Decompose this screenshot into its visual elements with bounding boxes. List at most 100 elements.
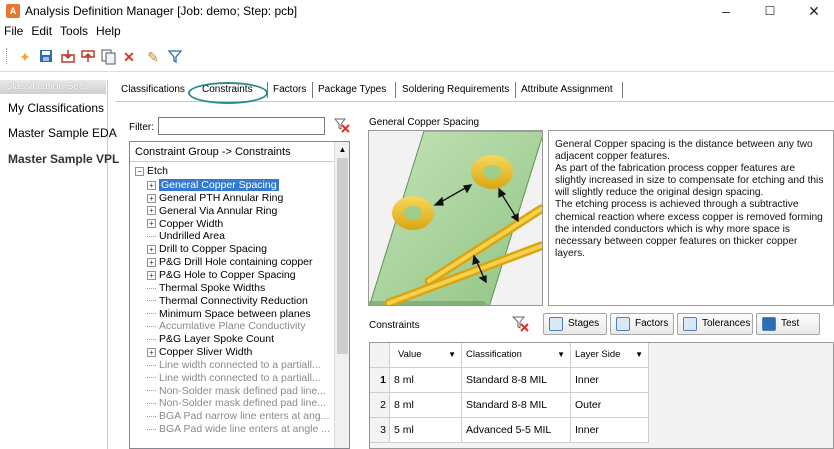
tab-soldering-requirements[interactable]: Soldering Requirements [402, 84, 509, 95]
minimize-button[interactable]: – [704, 0, 748, 22]
tree-node[interactable]: + P&G Hole to Copper Spacing [147, 269, 296, 281]
import-icon[interactable] [60, 49, 76, 65]
test-button[interactable]: Test [756, 313, 820, 335]
row-number[interactable]: 3 [370, 418, 390, 443]
active-tab-highlight [188, 82, 268, 104]
column-header-layer-side[interactable]: Layer Side ▼ [571, 343, 649, 368]
tree-node-label: Non-Solder mask defined pad line... [159, 384, 326, 397]
tree-node[interactable]: Minimum Space between planes [147, 308, 311, 320]
filter-input[interactable] [158, 117, 325, 135]
tree-node[interactable]: + General Copper Spacing [147, 179, 279, 191]
tree-node[interactable]: Line width connected to a partiall... [147, 359, 321, 371]
tab-package-types[interactable]: Package Types [318, 84, 386, 95]
scroll-up-icon[interactable]: ▲ [336, 143, 349, 156]
sort-dropdown-icon[interactable]: ▼ [557, 343, 565, 367]
tree-node[interactable]: Undrilled Area [147, 230, 225, 242]
tree-node[interactable]: Thermal Connectivity Reduction [147, 295, 308, 307]
cell-layer-side[interactable]: Inner [571, 368, 649, 393]
tolerances-icon [683, 317, 697, 331]
expand-icon[interactable]: + [147, 206, 156, 216]
classification-set-master-vpl[interactable]: Master Sample VPL [8, 152, 119, 166]
cell-classification[interactable]: Standard 8-8 MIL [462, 368, 571, 393]
tree-node[interactable]: + Copper Sliver Width [147, 346, 252, 358]
expand-icon[interactable]: + [147, 180, 156, 190]
tree-node[interactable]: Thermal Spoke Widths [147, 282, 265, 294]
tree-node-label: Accumlative Plane Conductivity [159, 320, 306, 333]
tree-node[interactable]: Line width connected to a partiall... [147, 372, 321, 384]
tree-connector [147, 377, 156, 379]
menu-file[interactable]: File [0, 22, 27, 40]
tab-separator [312, 82, 313, 98]
tree-node[interactable]: Non-Solder mask defined pad line... [147, 397, 326, 409]
clear-filter-icon[interactable] [511, 315, 531, 333]
copy-icon[interactable] [101, 49, 117, 65]
test-icon [762, 317, 776, 331]
tolerances-button[interactable]: Tolerances [677, 313, 753, 335]
classification-set-my[interactable]: My Classifications [8, 101, 104, 115]
cell-value[interactable]: 8 ml [390, 368, 462, 393]
tab-classifications[interactable]: Classifications [121, 84, 185, 95]
export-icon[interactable] [80, 49, 96, 65]
tree-node[interactable]: P&G Layer Spoke Count [147, 333, 274, 345]
stages-button[interactable]: Stages [543, 313, 607, 335]
cell-classification[interactable]: Standard 8-8 MIL [462, 393, 571, 418]
maximize-button[interactable]: ☐ [748, 0, 792, 22]
row-number[interactable]: 1 [370, 368, 390, 393]
tree-node[interactable]: BGA Pad wide line enters at angle ... [147, 423, 330, 435]
row-number[interactable]: 2 [370, 393, 390, 418]
tree-node[interactable]: Accumlative Plane Conductivity [147, 320, 305, 332]
tree-node[interactable]: + General PTH Annular Ring [147, 192, 283, 204]
factors-label: Factors [635, 318, 669, 329]
expand-icon[interactable]: + [147, 244, 156, 254]
tree-scrollbar[interactable]: ▲ [334, 142, 349, 448]
description-paragraph: The etching process is achieved through … [555, 199, 823, 259]
expand-icon[interactable]: + [147, 193, 156, 203]
tab-factors[interactable]: Factors [273, 84, 306, 95]
expand-icon[interactable]: + [147, 270, 156, 280]
clear-filter-icon[interactable] [333, 116, 351, 134]
tree-node[interactable]: + P&G Drill Hole containing copper [147, 256, 313, 268]
sort-dropdown-icon[interactable]: ▼ [448, 343, 456, 367]
tree-node-label: Line width connected to a partiall... [159, 358, 321, 371]
cell-layer-side[interactable]: Inner [571, 418, 649, 443]
factors-icon [616, 317, 630, 331]
tree-node[interactable]: BGA Pad narrow line enters at ang... [147, 410, 329, 422]
tree-node[interactable]: + Copper Width [147, 218, 223, 230]
filter-funnel-icon[interactable] [167, 49, 183, 65]
constraints-grid: Value ▼ Classification ▼ Layer Side ▼ 18 ml… [369, 342, 834, 449]
tree-node-label: Copper Sliver Width [159, 346, 253, 359]
menu-tools[interactable]: Tools [56, 22, 92, 40]
tree-connector [147, 416, 156, 418]
menu-help[interactable]: Help [92, 22, 125, 40]
tab-attribute-assignment[interactable]: Attribute Assignment [521, 84, 613, 95]
scroll-thumb[interactable] [337, 158, 348, 354]
edit-pencil-icon[interactable]: ✎ [145, 49, 161, 65]
cell-classification[interactable]: Advanced 5-5 MIL [462, 418, 571, 443]
menu-edit[interactable]: Edit [27, 22, 56, 40]
new-star-icon[interactable]: ✦ [17, 49, 33, 65]
column-header-value[interactable]: Value ▼ [390, 343, 462, 368]
classification-set-master-eda[interactable]: Master Sample EDA [8, 126, 117, 140]
column-header-classification[interactable]: Classification ▼ [462, 343, 571, 368]
tree-node[interactable]: + General Via Annular Ring [147, 205, 277, 217]
tree-node[interactable]: + Drill to Copper Spacing [147, 243, 267, 255]
tab-separator [395, 82, 396, 98]
expand-icon[interactable]: + [147, 347, 156, 357]
delete-icon[interactable]: ✕ [121, 49, 137, 65]
factors-button[interactable]: Factors [610, 313, 674, 335]
expand-icon[interactable]: + [147, 219, 156, 229]
close-button[interactable]: ✕ [792, 0, 834, 22]
tree-node-label: P&G Drill Hole containing copper [159, 256, 313, 269]
tree-node-label: Minimum Space between planes [159, 307, 311, 320]
tree-node[interactable]: Non-Solder mask defined pad line... [147, 385, 326, 397]
cell-value[interactable]: 5 ml [390, 418, 462, 443]
sort-dropdown-icon[interactable]: ▼ [635, 343, 643, 367]
expand-icon[interactable]: + [147, 257, 156, 267]
tree-node-etch[interactable]: − Etch [135, 165, 168, 177]
save-icon[interactable] [38, 49, 54, 65]
collapse-icon[interactable]: − [135, 166, 144, 176]
cell-layer-side[interactable]: Outer [571, 393, 649, 418]
column-header-label: Classification [466, 349, 522, 360]
cell-value[interactable]: 8 ml [390, 393, 462, 418]
classification-sets-panel: Classification Sets My Classifications M… [0, 80, 119, 449]
